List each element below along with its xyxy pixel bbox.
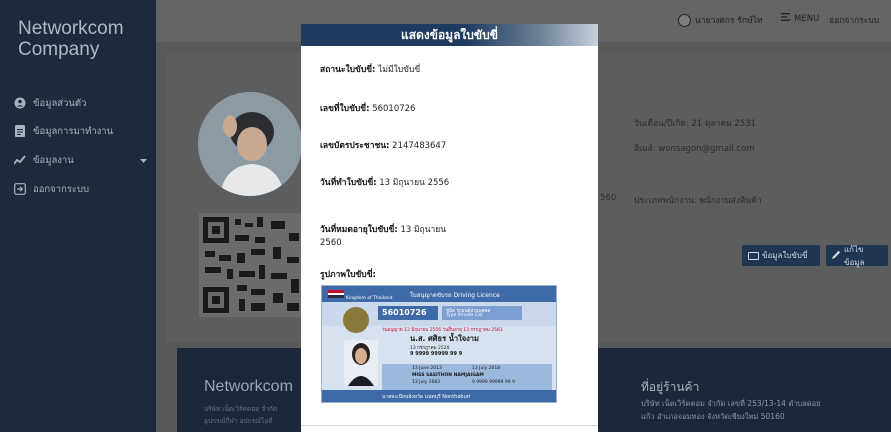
issue-date-field: วันที่ทำใบขับขี่: 13 มิถุนายน 2556 — [320, 177, 460, 190]
sidebar-item-label: ข้อมูลงาน — [33, 154, 74, 166]
sign-out-icon — [14, 183, 26, 195]
user-menu[interactable]: นายวงศกร รักษ์ไท — [678, 13, 763, 27]
field-value: 2147483647 — [392, 141, 447, 151]
qr-code — [199, 213, 303, 317]
sidebar-item-attendance[interactable]: ข้อมูลการมาทำงาน — [14, 122, 113, 140]
field-value: 56010726 — [372, 104, 416, 114]
edit-profile-button[interactable]: แก้ไขข้อมูล — [826, 244, 888, 267]
footer-company: บริษัท เน็ตเวิร์คคอม จำกัด — [204, 405, 278, 413]
license-type-en-text: Type Private Car — [446, 313, 483, 318]
user-name: นายวงศกร รักษ์ไท — [695, 16, 763, 26]
footer-products: อุปกรณ์กีฬา อุปกรณ์ไอที — [204, 417, 273, 425]
license-issue-line: วันอนุญาต 13 มิถุนายน 2556 วันสิ้นอายุ 1… — [382, 328, 503, 333]
edit-profile-label: แก้ไขข้อมูล — [844, 244, 865, 267]
file-icon — [14, 125, 26, 137]
birthday-info: วันเดือน/ปีเกิด: 21 ตุลาคม 2531 — [634, 119, 756, 129]
id-card-icon — [748, 251, 759, 260]
license-image: ใบอนุญาตขับรถ Driving Licence Kingdom of… — [321, 285, 557, 403]
menu-toggle[interactable]: MENU — [781, 13, 819, 24]
footer-brand: Networkcom — [204, 378, 293, 395]
field-value: ไม่มีใบขับขี่ — [378, 65, 421, 75]
footer-address-line: บริษัท เน็ตเวิร์คคอม จำกัด เลขที่ 253/13… — [641, 399, 821, 408]
license-number-text: 56010726 — [382, 308, 427, 317]
license-expiry-date: 13 July 2018 — [472, 366, 501, 371]
modal-divider — [301, 425, 598, 426]
license-header-text: ใบอนุญาตขับรถ Driving Licence — [410, 292, 500, 299]
user-avatar-icon — [678, 13, 691, 27]
field-label: สถานะใบขับขี่: — [320, 65, 376, 75]
field-label: รูปภาพใบขับขี่: — [320, 270, 376, 280]
sidebar-item-jobs[interactable]: ข้อมูลงาน — [14, 151, 154, 169]
sidebar: Networkcom Company ข้อมูลส่วนตัว ข้อมูลก… — [0, 0, 156, 432]
email-info: อีเมล์: wonsagon@gmail.com — [634, 144, 755, 154]
sidebar-item-profile[interactable]: ข้อมูลส่วนตัว — [14, 94, 86, 112]
license-kingdom-text: Kingdom of Thailand — [346, 296, 393, 301]
menu-label: MENU — [794, 13, 820, 24]
license-name-en: MISS SASITHON NAMJAIGAM — [412, 373, 484, 378]
expiry-date-field: วันที่หมดอายุใบขับขี่: 13 มิถุนายน 2560 — [320, 224, 470, 250]
phone-info: 560 — [600, 193, 617, 203]
footer-address-line: แก้ว อำเภอจอมทอง จังหวัดเชียงใหม่ 50160 — [641, 412, 785, 421]
sidebar-item-label: ข้อมูลการมาทำงาน — [33, 125, 114, 137]
license-id-en: 9 9999 99999 99 9 — [472, 380, 515, 385]
employee-type-info: ประเภทพนักงาน: พนักงานส่งสินค้า — [634, 196, 762, 206]
field-label: เลขบัตรประชาชน: — [320, 141, 390, 151]
logout-link[interactable]: ออกจากระบบ — [829, 13, 879, 27]
profile-avatar — [198, 92, 302, 196]
license-birth-en: 13 July 1983 — [412, 380, 441, 385]
brand-logo[interactable]: Networkcom Company — [18, 18, 153, 60]
license-image-field: รูปภาพใบขับขี่: — [320, 269, 580, 282]
license-info-button[interactable]: ข้อมูลใบขับขี่ — [742, 245, 820, 266]
field-label: วันที่หมดอายุใบขับขี่: — [320, 225, 398, 235]
modal-title: แสดงข้อมูลใบขับขี่ — [301, 24, 598, 46]
license-modal: แสดงข้อมูลใบขับขี่ สถานะใบขับขี่: ไม่มีใ… — [301, 24, 598, 432]
chevron-down-icon — [140, 156, 147, 167]
license-issue-date: 13 June 2013 — [412, 366, 442, 371]
license-birth-th: 13 กรกฎาคม 2520 — [410, 346, 450, 351]
pencil-icon — [832, 250, 841, 261]
citizen-id-field: เลขบัตรประชาชน: 2147483647 — [320, 140, 580, 153]
field-label: เลขที่ใบขับขี่: — [320, 104, 370, 114]
menu-icon — [781, 13, 790, 24]
footer-address-title: ที่อยู่ร้านค้า — [641, 380, 700, 394]
license-info-label: ข้อมูลใบขับขี่ — [762, 251, 808, 260]
license-id-line: 9 9999 99999 99 9 — [410, 351, 463, 357]
license-status-field: สถานะใบขับขี่: ไม่มีใบขับขี่ — [320, 64, 580, 77]
field-value: 13 มิถุนายน 2556 — [379, 178, 450, 188]
field-label: วันที่ทำใบขับขี่: — [320, 178, 377, 188]
sidebar-item-logout[interactable]: ออกจากระบบ — [14, 180, 89, 198]
footer-address: บริษัท เน็ตเวิร์คคอม จำกัด เลขที่ 253/13… — [641, 397, 881, 423]
sidebar-item-label: ข้อมูลส่วนตัว — [33, 97, 87, 109]
user-circle-icon — [14, 97, 26, 109]
chart-line-icon — [14, 154, 26, 166]
license-number-field: เลขที่ใบขับขี่: 56010726 — [320, 103, 580, 116]
sidebar-item-label: ออกจากระบบ — [33, 183, 90, 195]
license-issuer: นายทะเบียนจังหวัด นนทบุรี Nonthaburi — [382, 394, 471, 400]
